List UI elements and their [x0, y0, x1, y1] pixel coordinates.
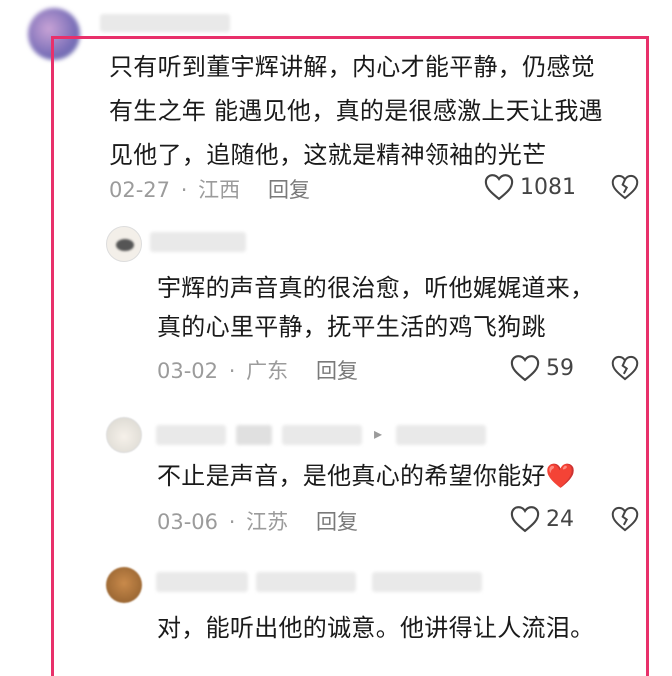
reply-button[interactable]: 回复 [268, 174, 310, 204]
comment-text-body: 不止是声音，是他真心的希望你能好 [157, 462, 546, 490]
commenter-name-blurred [156, 425, 226, 445]
comment-meta: 02-27 · 江西 [109, 174, 240, 204]
reply-to-name-blurred [236, 425, 272, 445]
meta-separator: · [180, 178, 188, 202]
comment-text: 不止是声音，是他真心的希望你能好❤️ [157, 454, 576, 498]
comment-location: 江苏 [246, 510, 289, 534]
comment-location: 江西 [198, 178, 241, 202]
meta-separator: · [228, 510, 236, 534]
comment-text-line: 只有听到董宇辉讲解，内心才能平静，仍感觉 [109, 53, 595, 81]
comment-date: 03-02 [157, 359, 219, 383]
commenter-name-blurred [150, 232, 246, 252]
commenter-avatar[interactable] [106, 417, 142, 453]
broken-heart-icon [611, 355, 639, 381]
commenter-avatar[interactable] [106, 226, 142, 262]
comment-meta: 03-06 · 江苏 [157, 506, 288, 536]
like-button[interactable]: 59 [510, 354, 574, 382]
reply-to-name-blurred [256, 572, 356, 592]
like-button[interactable]: 1081 [484, 173, 576, 201]
red-heart-emoji: ❤️ [545, 462, 576, 490]
heart-outline-icon [484, 174, 514, 201]
dislike-button[interactable] [611, 354, 639, 386]
like-count: 1081 [520, 174, 576, 200]
heart-outline-icon [510, 355, 540, 382]
comment-location: 广东 [246, 359, 289, 383]
dislike-button[interactable] [611, 505, 639, 537]
comment-text-line: 宇辉的声音真的很治愈，听他娓娓道来， [157, 274, 595, 302]
commenter-name-blurred [156, 572, 248, 592]
comment-date: 02-27 [109, 178, 171, 202]
meta-separator: · [228, 359, 236, 383]
comment-date: 03-06 [157, 510, 219, 534]
heart-outline-icon [510, 506, 540, 533]
like-count: 24 [546, 506, 574, 532]
author-name-blurred [100, 14, 230, 32]
comment-text: 对，能听出他的诚意。他讲得让人流泪。 [157, 614, 595, 642]
comment-meta: 03-02 · 广东 [157, 355, 288, 385]
comment-text-line: 见他了，追随他，这就是精神领袖的光芒 [109, 141, 547, 169]
broken-heart-icon [611, 174, 639, 200]
reply-button[interactable]: 回复 [316, 506, 358, 536]
dislike-button[interactable] [611, 173, 639, 205]
reply-arrow-icon: ▸ [374, 424, 383, 443]
comment-text-line: 有生之年 能遇见他，真的是很感激上天让我遇 [109, 97, 603, 125]
broken-heart-icon [611, 506, 639, 532]
like-button[interactable]: 24 [510, 505, 574, 533]
reply-to-name-blurred [282, 425, 362, 445]
commenter-avatar[interactable] [106, 567, 142, 603]
reply-to-name-blurred [372, 572, 482, 592]
comment-text-line: 真的心里平静，抚平生活的鸡飞狗跳 [157, 313, 546, 341]
reply-to-name-blurred [396, 425, 486, 445]
like-count: 59 [546, 355, 574, 381]
reply-button[interactable]: 回复 [316, 355, 358, 385]
